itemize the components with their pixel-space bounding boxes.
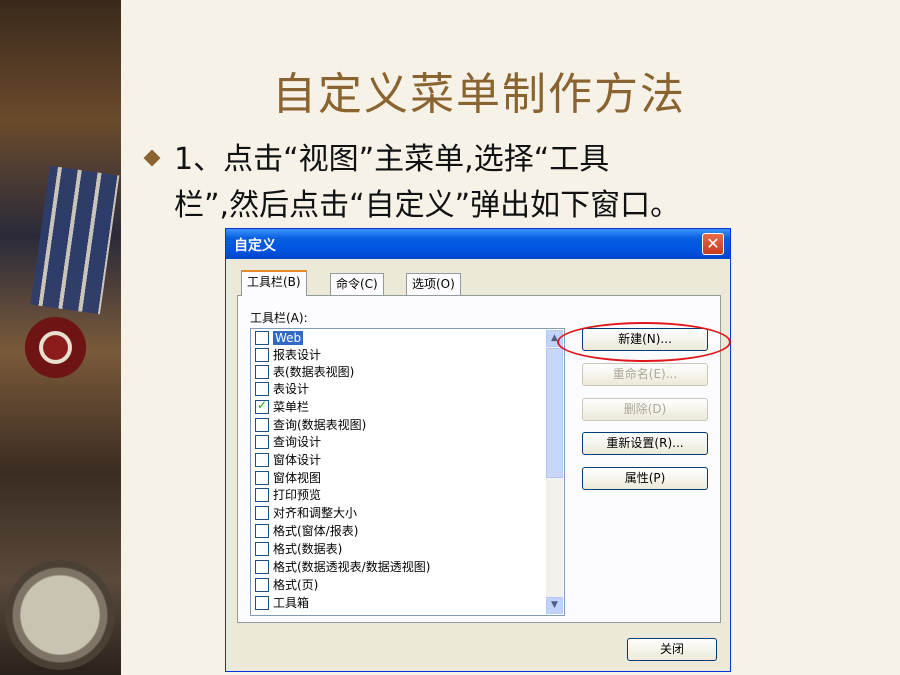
checkbox[interactable] <box>255 577 269 592</box>
scroll-down-icon[interactable]: ▼ <box>546 597 563 614</box>
checkbox[interactable] <box>255 470 269 485</box>
list-item[interactable]: 查询设计 <box>253 434 545 451</box>
tab-options[interactable]: 选项(O) <box>406 273 461 295</box>
checkbox[interactable] <box>255 559 269 574</box>
tab-toolbars[interactable]: 工具栏(B) <box>241 270 307 296</box>
checkbox[interactable] <box>255 523 269 538</box>
slide-title: 自定义菜单制作方法 <box>272 69 686 120</box>
checkbox[interactable] <box>255 487 269 502</box>
checkbox[interactable]: ✓ <box>255 397 269 414</box>
toolbar-list-label: 工具栏(A): <box>250 311 308 325</box>
checkbox[interactable] <box>255 505 269 520</box>
bullet-diamond-icon <box>143 149 161 167</box>
list-item[interactable]: 窗体设计 <box>253 452 545 469</box>
list-item[interactable]: 报表设计 <box>253 347 545 364</box>
checkbox[interactable] <box>255 364 269 379</box>
list-item[interactable]: 查询(数据表视图) <box>253 417 545 434</box>
dialog-titlebar[interactable]: 自定义 ✕ <box>226 229 730 259</box>
list-scrollbar[interactable]: ▲ ▼ <box>546 330 563 614</box>
close-button[interactable]: 关闭 <box>627 638 717 661</box>
close-icon[interactable]: ✕ <box>702 233 724 255</box>
list-item[interactable]: 窗体视图 <box>253 470 545 487</box>
scroll-thumb[interactable] <box>546 348 563 478</box>
list-item[interactable]: 表设计 <box>253 381 545 398</box>
checkbox[interactable] <box>255 417 269 432</box>
list-item[interactable]: 格式(数据透视表/数据透视图) <box>253 559 545 576</box>
checkmark-icon: ✓ <box>257 397 268 412</box>
properties-button[interactable]: 属性(P) <box>582 467 708 490</box>
dialog-title: 自定义 <box>234 238 276 254</box>
list-item[interactable]: 对齐和调整大小 <box>253 505 545 522</box>
list-item[interactable]: 表(数据表视图) <box>253 364 545 381</box>
bullet-text-line-1: 1、点击“视图”主菜单,选择“工具 <box>174 142 610 177</box>
list-item[interactable]: 打印预览 <box>253 487 545 504</box>
medal-cross-image <box>8 300 103 395</box>
checkbox[interactable] <box>255 541 269 556</box>
delete-button[interactable]: 删除(D) <box>582 398 708 421</box>
checkbox[interactable] <box>255 347 269 362</box>
rename-button[interactable]: 重命名(E)... <box>582 363 708 386</box>
checkbox[interactable] <box>255 330 269 345</box>
toolbar-listbox[interactable]: Web 报表设计 表(数据表视图) 表设计 ✓ 菜单栏 查询(数据表视图) 查询设… <box>250 328 565 616</box>
checkbox[interactable] <box>255 452 269 467</box>
checkbox[interactable] <box>255 381 269 396</box>
list-item[interactable]: Web <box>253 330 545 347</box>
compass-image <box>5 560 115 670</box>
customize-dialog: 自定义 ✕ 工具栏(B) 命令(C) 选项(O) 工具栏(A): Web 报表设… <box>225 228 731 672</box>
list-item[interactable]: 格式(数据表) <box>253 541 545 558</box>
list-item[interactable]: ✓ 菜单栏 <box>253 397 545 416</box>
list-item[interactable]: 工具箱 <box>253 595 545 612</box>
highlight-ellipse <box>557 322 731 362</box>
reset-button[interactable]: 重新设置(R)... <box>582 432 708 455</box>
checkbox[interactable] <box>255 434 269 449</box>
checkbox[interactable] <box>255 595 269 610</box>
bullet-text-line-2: 栏”,然后点击“自定义”弹出如下窗口。 <box>174 188 681 223</box>
medal-ribbon-image <box>30 165 120 315</box>
list-item[interactable]: 格式(窗体/报表) <box>253 523 545 540</box>
tab-commands[interactable]: 命令(C) <box>330 273 384 295</box>
decorative-photo <box>0 0 121 675</box>
list-item[interactable]: 格式(页) <box>253 577 545 594</box>
